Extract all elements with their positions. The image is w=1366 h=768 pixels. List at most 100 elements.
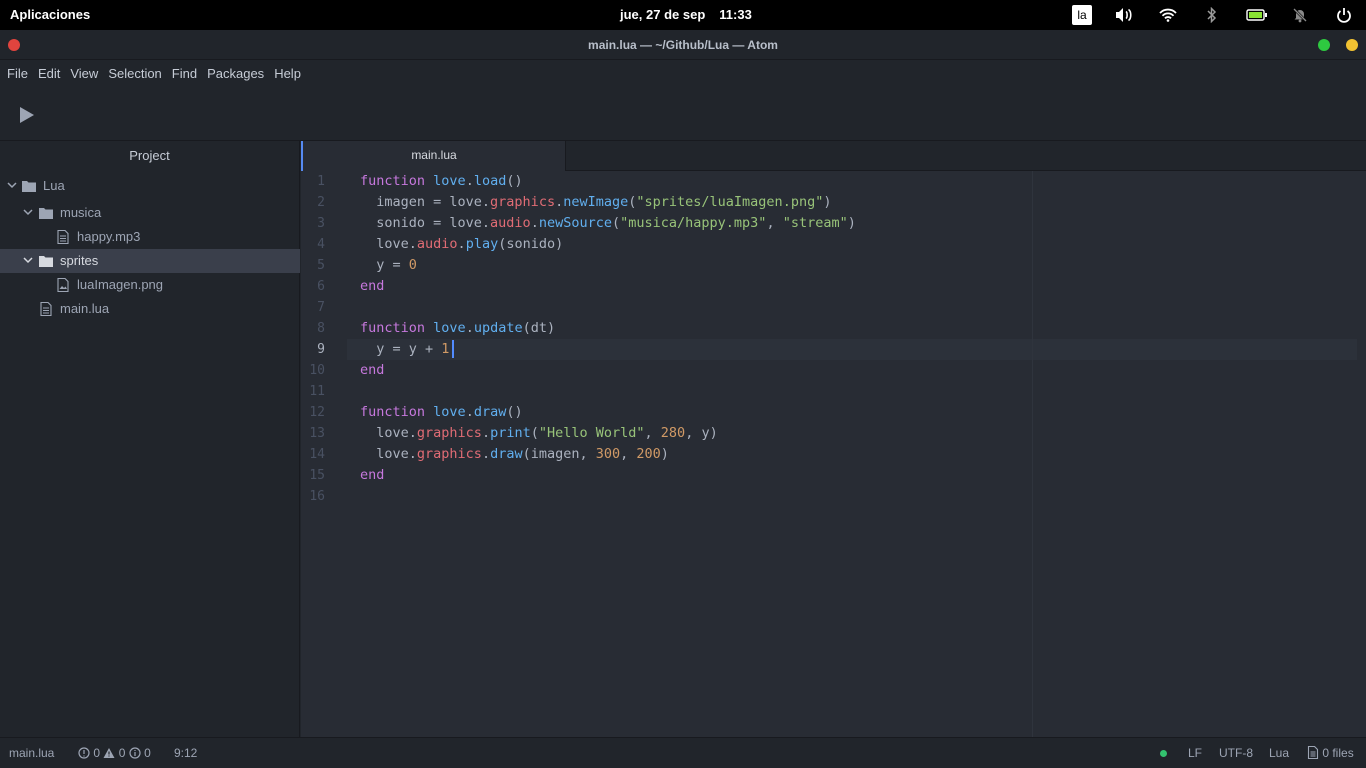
folder-icon xyxy=(39,256,53,267)
window-minimize-button[interactable] xyxy=(1346,39,1358,51)
status-line-ending[interactable]: LF xyxy=(1188,746,1202,760)
menu-selection[interactable]: Selection xyxy=(103,66,166,81)
line-number: 7 xyxy=(317,300,325,315)
tree-item-label: sprites xyxy=(60,253,99,268)
toolbar xyxy=(0,87,1366,141)
menu-bar: File Edit View Selection Find Packages H… xyxy=(0,60,1366,87)
git-status-dot-icon[interactable] xyxy=(1160,750,1167,757)
warning-count: 0 xyxy=(118,746,126,760)
line-number: 6 xyxy=(317,279,325,294)
wrap-guide xyxy=(1032,171,1033,737)
number-literal: 0 xyxy=(408,257,417,273)
code-editor[interactable]: 1 2 3 4 5 6 7 8 9 10 11 12 13 14 15 16 f… xyxy=(301,171,1366,737)
line-number: 10 xyxy=(309,363,325,378)
files-count: 0 files xyxy=(1322,746,1354,760)
battery-icon[interactable] xyxy=(1246,5,1268,25)
string-literal: "Hello World" xyxy=(538,425,645,441)
line-number: 16 xyxy=(309,489,325,504)
code-line-6: end xyxy=(360,278,385,294)
line-number: 5 xyxy=(317,258,325,273)
line-number-current: 9 xyxy=(317,342,325,357)
clock-date: jue, 27 de sep xyxy=(620,7,706,22)
file-image-icon xyxy=(57,278,69,292)
file-text-icon xyxy=(40,302,52,316)
info-icon xyxy=(129,747,141,759)
clock[interactable]: jue, 27 de sep 11:33 xyxy=(620,7,766,22)
system-top-bar: Aplicaciones jue, 27 de sep 11:33 la xyxy=(0,0,1366,30)
status-grammar[interactable]: Lua xyxy=(1269,746,1289,760)
tree-item-label: Lua xyxy=(43,178,65,193)
tree-item-label: luaImagen.png xyxy=(77,277,164,292)
bluetooth-icon[interactable] xyxy=(1202,5,1222,25)
volume-icon[interactable] xyxy=(1114,5,1134,25)
tree-item-musica-folder[interactable]: musica xyxy=(0,201,300,225)
error-count: 0 xyxy=(93,746,101,760)
code-line-4: love.audio.play(sonido) xyxy=(360,236,564,252)
tree-header: Project xyxy=(129,148,170,163)
tree-item-sprites-folder[interactable]: sprites xyxy=(0,249,300,273)
tab-main-lua[interactable]: main.lua xyxy=(301,141,566,171)
code-line-15: end xyxy=(360,467,385,483)
status-bar: main.lua 0 0 0 9:12 LF UTF-8 Lua 0 files xyxy=(0,737,1366,768)
status-encoding[interactable]: UTF-8 xyxy=(1219,746,1253,760)
status-diagnostics[interactable]: 0 0 0 xyxy=(78,746,151,760)
code-line-2: imagen = love.graphics.newImage("sprites… xyxy=(360,194,832,210)
menu-help[interactable]: Help xyxy=(269,66,306,81)
tree-item-lua-folder[interactable]: Lua xyxy=(0,174,300,198)
line-number: 14 xyxy=(309,447,325,462)
menu-file[interactable]: File xyxy=(2,66,33,81)
number-literal: 300 xyxy=(595,446,621,462)
project-tree-panel: Project Lua musica happy.mp3 sprites lua… xyxy=(0,141,300,737)
status-files[interactable]: 0 files xyxy=(1307,746,1354,760)
current-line-highlight xyxy=(347,339,1357,360)
file-text-icon xyxy=(57,230,69,244)
files-icon xyxy=(1307,746,1319,759)
info-count: 0 xyxy=(144,746,151,760)
menu-edit[interactable]: Edit xyxy=(33,66,65,81)
line-number: 12 xyxy=(309,405,325,420)
status-cursor-position[interactable]: 9:12 xyxy=(174,746,197,760)
tree-item-happy-mp3[interactable]: happy.mp3 xyxy=(0,225,300,249)
tab-bar: main.lua xyxy=(301,141,1366,171)
text-cursor xyxy=(452,340,454,358)
line-number: 4 xyxy=(317,237,325,252)
code-line-12: function love.draw() xyxy=(360,404,523,420)
menu-packages[interactable]: Packages xyxy=(202,66,269,81)
folder-icon xyxy=(39,208,53,219)
line-number: 13 xyxy=(309,426,325,441)
play-icon[interactable] xyxy=(14,102,40,128)
number-literal: 200 xyxy=(636,446,661,462)
line-number: 2 xyxy=(317,195,325,210)
wifi-icon[interactable] xyxy=(1158,5,1178,25)
window-maximize-button[interactable] xyxy=(1318,39,1330,51)
line-number: 11 xyxy=(309,384,325,399)
tree-item-label: main.lua xyxy=(60,301,110,316)
notifications-off-icon[interactable] xyxy=(1290,5,1310,25)
code-line-3: sonido = love.audio.newSource("musica/ha… xyxy=(360,215,856,231)
code-line-9: y = y + 1 xyxy=(360,341,450,357)
warning-icon xyxy=(103,748,115,758)
code-line-5: y = 0 xyxy=(360,257,417,273)
error-icon xyxy=(78,747,90,759)
menu-view[interactable]: View xyxy=(65,66,103,81)
tree-item-label: happy.mp3 xyxy=(77,229,141,244)
number-literal: 1 xyxy=(441,341,450,357)
code-line-13: love.graphics.print("Hello World", 280, … xyxy=(360,425,718,441)
line-number: 8 xyxy=(317,321,325,336)
line-number: 15 xyxy=(309,468,325,483)
code-line-10: end xyxy=(360,362,385,378)
number-literal: 280 xyxy=(660,425,686,441)
power-icon[interactable] xyxy=(1334,5,1354,25)
window-title-bar[interactable]: main.lua — ~/Github/Lua — Atom xyxy=(0,30,1366,60)
status-file-name[interactable]: main.lua xyxy=(9,746,54,760)
window-title: main.lua — ~/Github/Lua — Atom xyxy=(588,38,778,52)
tree-item-main-lua[interactable]: main.lua xyxy=(0,297,300,321)
string-literal: "stream" xyxy=(782,215,848,231)
code-line-14: love.graphics.draw(imagen, 300, 200) xyxy=(360,446,669,462)
menu-find[interactable]: Find xyxy=(167,66,202,81)
keyboard-layout-indicator[interactable]: la xyxy=(1072,5,1092,25)
line-number: 3 xyxy=(317,216,325,231)
tree-item-luaimagen-png[interactable]: luaImagen.png xyxy=(0,273,300,297)
line-number-gutter: 1 2 3 4 5 6 7 8 9 10 11 12 13 14 15 16 xyxy=(301,171,347,737)
applications-menu[interactable]: Aplicaciones xyxy=(10,7,90,22)
